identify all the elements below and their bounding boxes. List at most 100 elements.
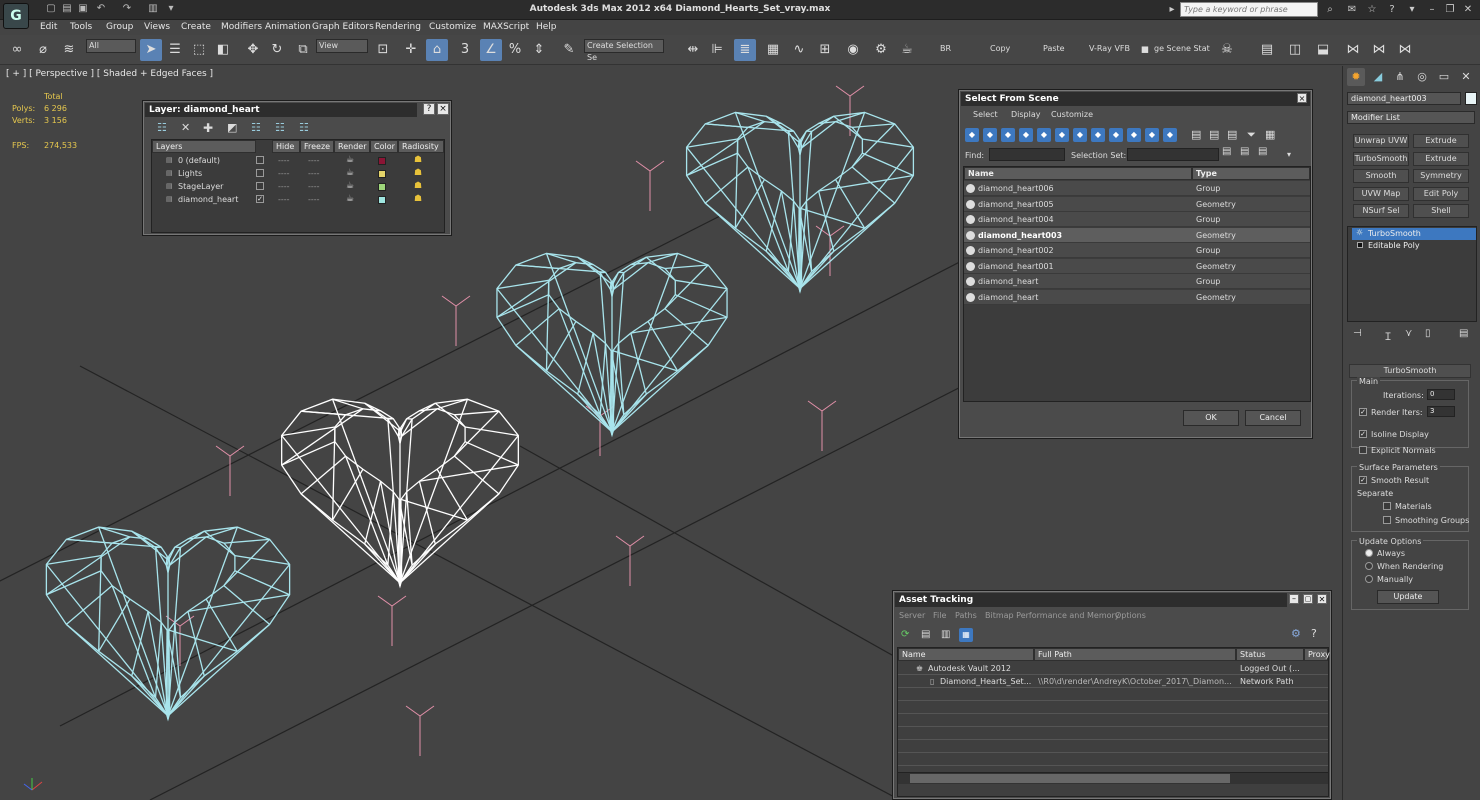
asset-minimize-button[interactable]: – <box>1289 594 1299 604</box>
binoculars-icon[interactable]: ⌕ <box>1322 2 1338 17</box>
display-tab-icon[interactable]: ▭ <box>1435 68 1453 86</box>
filter-space-warps-icon[interactable]: ◆ <box>1055 128 1069 142</box>
asset-col-proxy[interactable]: Proxy <box>1304 648 1330 661</box>
modifier-button[interactable]: NSurf Sel <box>1353 204 1409 218</box>
asset-menu-file[interactable]: File <box>933 611 946 620</box>
modifier-button[interactable]: Shell <box>1413 204 1469 218</box>
select-by-name-icon[interactable]: ☰ <box>164 39 186 61</box>
script-c-icon[interactable]: ⋈ <box>1394 39 1416 61</box>
asset-menu-options[interactable]: Options <box>1115 611 1146 620</box>
menu-graph-editors[interactable]: Graph Editors <box>312 22 374 32</box>
modifier-button[interactable]: Symmetry <box>1413 169 1469 183</box>
modifier-button[interactable]: TurboSmooth <box>1353 151 1409 166</box>
layer-help-button[interactable]: ? <box>423 103 435 115</box>
lightbulb-icon[interactable]: ☼ <box>1356 228 1363 237</box>
always-radio[interactable] <box>1365 549 1373 557</box>
menu-maxscript[interactable]: MAXScript <box>483 22 529 32</box>
percent-snap-icon[interactable]: % <box>504 39 526 61</box>
utilities-tab-icon[interactable]: ✕ <box>1457 68 1475 86</box>
render-iters-checkbox[interactable]: ✓ <box>1359 408 1367 416</box>
layer-manager-icon[interactable]: ≣ <box>734 39 756 61</box>
menu-animation[interactable]: Animation <box>265 22 311 32</box>
filter-containers-icon[interactable]: ◆ <box>1127 128 1141 142</box>
col-radiosity[interactable]: Radiosity <box>398 140 444 153</box>
modifier-button[interactable]: Edit Poly <box>1413 186 1469 201</box>
layer-current-checkbox[interactable] <box>256 169 264 177</box>
filter-xrefs-icon[interactable]: ◆ <box>1091 128 1105 142</box>
smoothing-groups-checkbox[interactable] <box>1383 516 1391 524</box>
layer-current-checkbox[interactable] <box>256 182 264 190</box>
object-color-swatch[interactable] <box>1465 92 1477 105</box>
filter-bones-icon[interactable]: ◆ <box>1109 128 1123 142</box>
app-logo-icon[interactable]: G <box>3 3 29 29</box>
menu-create[interactable]: Create <box>181 22 211 32</box>
select-menu-customize[interactable]: Customize <box>1051 110 1093 119</box>
asset-info-icon[interactable]: ? <box>1311 627 1317 640</box>
asset-col-status[interactable]: Status <box>1236 648 1304 661</box>
manually-radio[interactable] <box>1365 575 1373 583</box>
layer-row[interactable]: ▤ 0 (default) ---- ---- ☕ ☗ <box>152 154 444 167</box>
selection-set-icon-a[interactable]: ▤ <box>1222 146 1231 157</box>
update-button[interactable]: Update <box>1377 590 1439 604</box>
selection-set-icon-b[interactable]: ▤ <box>1240 146 1249 157</box>
asset-menu-bitmap[interactable]: Bitmap Performance and Memory <box>985 611 1120 620</box>
menu-help[interactable]: Help <box>536 22 557 32</box>
select-dialog-title[interactable]: Select From Scene <box>961 92 1310 106</box>
br-button[interactable]: BR <box>940 44 951 53</box>
cancel-button[interactable]: Cancel <box>1245 410 1301 426</box>
render-teapot-icon[interactable]: ☕ <box>896 39 918 61</box>
layer-color-swatch[interactable] <box>378 157 386 165</box>
add-to-layer-icon[interactable]: ✚ <box>203 121 213 135</box>
radiosity-icon[interactable]: ☗ <box>414 154 422 167</box>
layer-freeze-toggle[interactable]: ---- <box>308 180 320 193</box>
viewport-label[interactable]: [ + ] [ Perspective ] [ Shaded + Edged F… <box>6 69 213 79</box>
remove-modifier-icon[interactable]: ▯ <box>1425 328 1431 339</box>
explicit-normals-checkbox[interactable] <box>1359 446 1367 454</box>
communication-icon[interactable]: ✉ <box>1344 2 1360 17</box>
scene-row[interactable]: diamond_heart006 Group <box>964 181 1310 196</box>
col-type[interactable]: Type <box>1192 167 1310 180</box>
asset-row[interactable]: ▯ Diamond_Hearts_Set... \\R0\d\render\Andr… <box>898 675 1328 688</box>
layer-row[interactable]: ▤ diamond_heart ✓ ---- ---- ☕ ☗ <box>152 193 444 206</box>
layer-row[interactable]: ▤ Lights ---- ---- ☕ ☗ <box>152 167 444 180</box>
heart-wireframe-2[interactable] <box>281 398 519 589</box>
filter-list-invert-icon[interactable]: ▤ <box>1227 128 1237 141</box>
info-center-arrow-icon[interactable]: ▸ <box>1164 2 1180 17</box>
scene-row[interactable]: diamond_heart Geometry <box>964 289 1310 305</box>
asset-col-name[interactable]: Name <box>898 648 1034 661</box>
iterations-spinner[interactable]: 0 <box>1427 389 1455 400</box>
named-selection-set-dropdown[interactable]: Create Selection Se <box>584 39 664 62</box>
asset-col-path[interactable]: Full Path <box>1034 648 1236 661</box>
layer-color-swatch[interactable] <box>378 170 386 178</box>
help-arrow-icon[interactable]: ▾ <box>1404 2 1420 17</box>
layer-row[interactable]: ▤ StageLayer ---- ---- ☕ ☗ <box>152 180 444 193</box>
bind-space-warp-icon[interactable]: ≋ <box>58 39 80 61</box>
modifier-button[interactable]: Smooth <box>1353 169 1409 183</box>
skull-icon[interactable]: ☠ <box>1216 39 1238 61</box>
select-manipulate-icon[interactable]: ✛ <box>400 39 422 61</box>
scene-row[interactable]: diamond_heart004 Group <box>964 212 1310 227</box>
menu-views[interactable]: Views <box>144 22 170 32</box>
render-setup-icon[interactable]: ⚙ <box>870 39 892 61</box>
align-icon[interactable]: ⊫ <box>706 39 728 61</box>
filter-options-icon[interactable]: ▦ <box>1265 128 1275 141</box>
col-freeze[interactable]: Freeze <box>300 140 334 153</box>
asset-menu-paths[interactable]: Paths <box>955 611 977 620</box>
scene-row[interactable]: diamond_heart Group <box>964 274 1310 289</box>
filter-groups-icon[interactable]: ◆ <box>1073 128 1087 142</box>
menu-modifiers[interactable]: Modifiers <box>221 22 262 32</box>
selection-set-icon-c[interactable]: ▤ <box>1258 146 1267 157</box>
heart-wireframe-3[interactable] <box>496 252 728 438</box>
star-icon[interactable]: ☆ <box>1364 2 1380 17</box>
layer-color-swatch[interactable] <box>378 183 386 191</box>
menu-edit[interactable]: Edit <box>40 22 57 32</box>
asset-close-button[interactable]: ✕ <box>1317 594 1327 604</box>
select-menu-select[interactable]: Select <box>973 110 998 119</box>
teapot-icon[interactable]: ☕ <box>346 167 354 180</box>
window-crossing-icon[interactable]: ◧ <box>212 39 234 61</box>
schematic-view-icon[interactable]: ⊞ <box>814 39 836 61</box>
create-layer-icon[interactable]: ☷ <box>157 121 167 134</box>
scene-row[interactable]: diamond_heart005 Geometry <box>964 196 1310 212</box>
menu-group[interactable]: Group <box>106 22 133 32</box>
render-iters-spinner[interactable]: 3 <box>1427 406 1455 417</box>
